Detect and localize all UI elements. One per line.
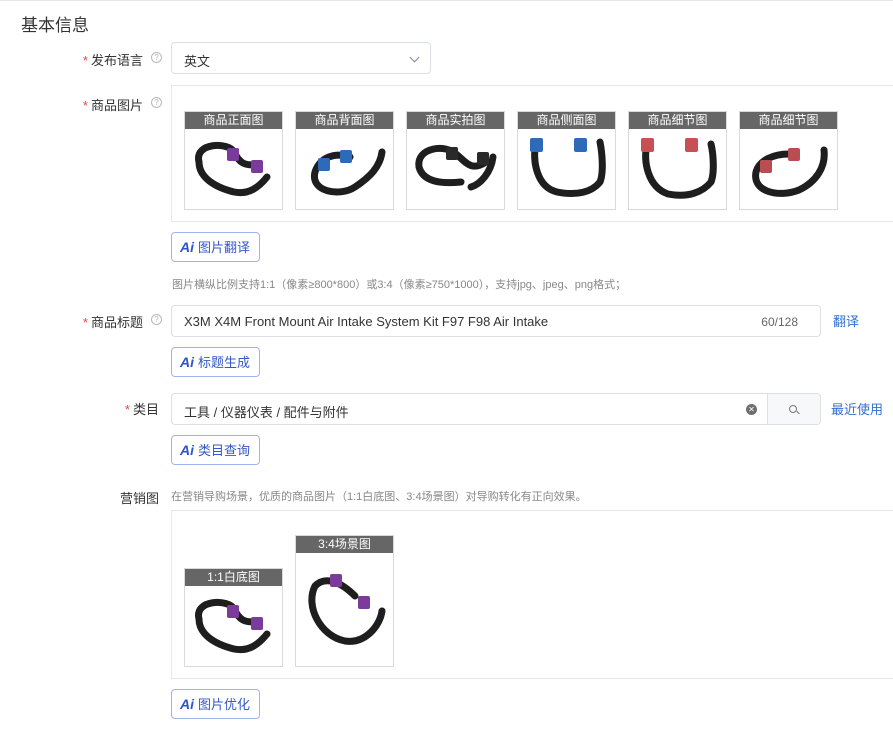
chevron-down-icon <box>409 52 420 63</box>
top-divider <box>0 0 893 3</box>
ai-icon: Ai <box>180 239 194 255</box>
product-image-thumb[interactable]: 商品细节图 <box>628 111 727 210</box>
image-caption: 商品正面图 <box>185 112 282 129</box>
recent-used-link[interactable]: 最近使用 <box>831 399 883 418</box>
product-image-thumb[interactable]: 商品细节图 <box>739 111 838 210</box>
language-select[interactable]: 英文 <box>171 42 431 74</box>
image-caption: 商品背面图 <box>296 112 393 129</box>
image-caption: 3:4场景图 <box>296 536 393 553</box>
intake-pipe-image <box>530 138 606 198</box>
image-caption: 商品细节图 <box>740 112 837 129</box>
intake-pipe-image <box>311 148 386 196</box>
intake-pipe-image <box>308 574 386 645</box>
image-caption: 商品实拍图 <box>407 112 504 129</box>
image-caption: 商品细节图 <box>629 112 726 129</box>
help-icon[interactable]: ? <box>151 52 162 63</box>
intake-pipe-image <box>641 138 717 199</box>
marketing-label: 营销图 <box>119 491 159 506</box>
category-value: 工具 / 仪器仪表 / 配件与附件 <box>184 405 349 420</box>
help-icon[interactable]: ? <box>151 314 162 325</box>
image-translate-button[interactable]: Ai 图片翻译 <box>171 232 261 262</box>
product-image-thumb[interactable]: 商品背面图 <box>295 111 394 210</box>
ai-icon: Ai <box>180 442 194 458</box>
language-value: 英文 <box>184 54 211 69</box>
marketing-image-thumb[interactable]: 1:1白底图 <box>184 568 283 667</box>
image-caption: 1:1白底图 <box>185 569 282 586</box>
section-title: 基本信息 <box>21 16 89 35</box>
title-input[interactable]: X3M X4M Front Mount Air Intake System Ki… <box>171 305 821 337</box>
intake-pipe-image <box>195 598 271 654</box>
marketing-hint: 在营销导购场景，优质的商品图片（1:1白底图、3:4场景图）对导购转化有正向效果… <box>171 491 587 503</box>
category-query-button[interactable]: Ai 类目查询 <box>171 435 261 465</box>
title-label: * 商品标题 <box>82 315 143 330</box>
ai-icon: Ai <box>180 696 194 712</box>
translate-link[interactable]: 翻译 <box>833 311 859 330</box>
marketing-image-thumb[interactable]: 3:4场景图 <box>295 535 394 667</box>
help-icon[interactable]: ? <box>151 97 162 108</box>
category-search-button[interactable] <box>767 393 821 425</box>
product-images-panel: 商品正面图 商品背面图 商品实拍图 商品侧面图 商品细节图 商品细节图 <box>171 85 893 222</box>
image-caption: 商品侧面图 <box>518 112 615 129</box>
product-image-thumb[interactable]: 商品侧面图 <box>517 111 616 210</box>
title-value: X3M X4M Front Mount Air Intake System Ki… <box>184 314 549 329</box>
intake-pipe-image <box>752 146 828 197</box>
marketing-images-panel: 1:1白底图 3:4场景图 <box>171 510 893 679</box>
ai-icon: Ai <box>180 354 194 370</box>
title-generate-button[interactable]: Ai 标题生成 <box>171 347 261 377</box>
image-optimize-button[interactable]: Ai 图片优化 <box>171 689 261 719</box>
product-images-label: * 商品图片 <box>82 98 143 113</box>
clear-icon[interactable]: ✕ <box>746 404 757 415</box>
product-image-thumb[interactable]: 商品实拍图 <box>406 111 505 210</box>
image-requirements-hint: 图片横纵比例支持1:1（像素≥800*800）或3:4（像素≥750*1000）… <box>172 279 627 291</box>
category-label: * 类目 <box>124 402 159 417</box>
intake-pipe-image <box>195 141 271 197</box>
category-input[interactable]: 工具 / 仪器仪表 / 配件与附件 ✕ <box>171 393 768 425</box>
intake-pipe-image <box>415 144 497 191</box>
product-image-thumb[interactable]: 商品正面图 <box>184 111 283 210</box>
char-count: 60/128 <box>761 315 798 329</box>
language-label: * 发布语言 <box>82 53 143 68</box>
